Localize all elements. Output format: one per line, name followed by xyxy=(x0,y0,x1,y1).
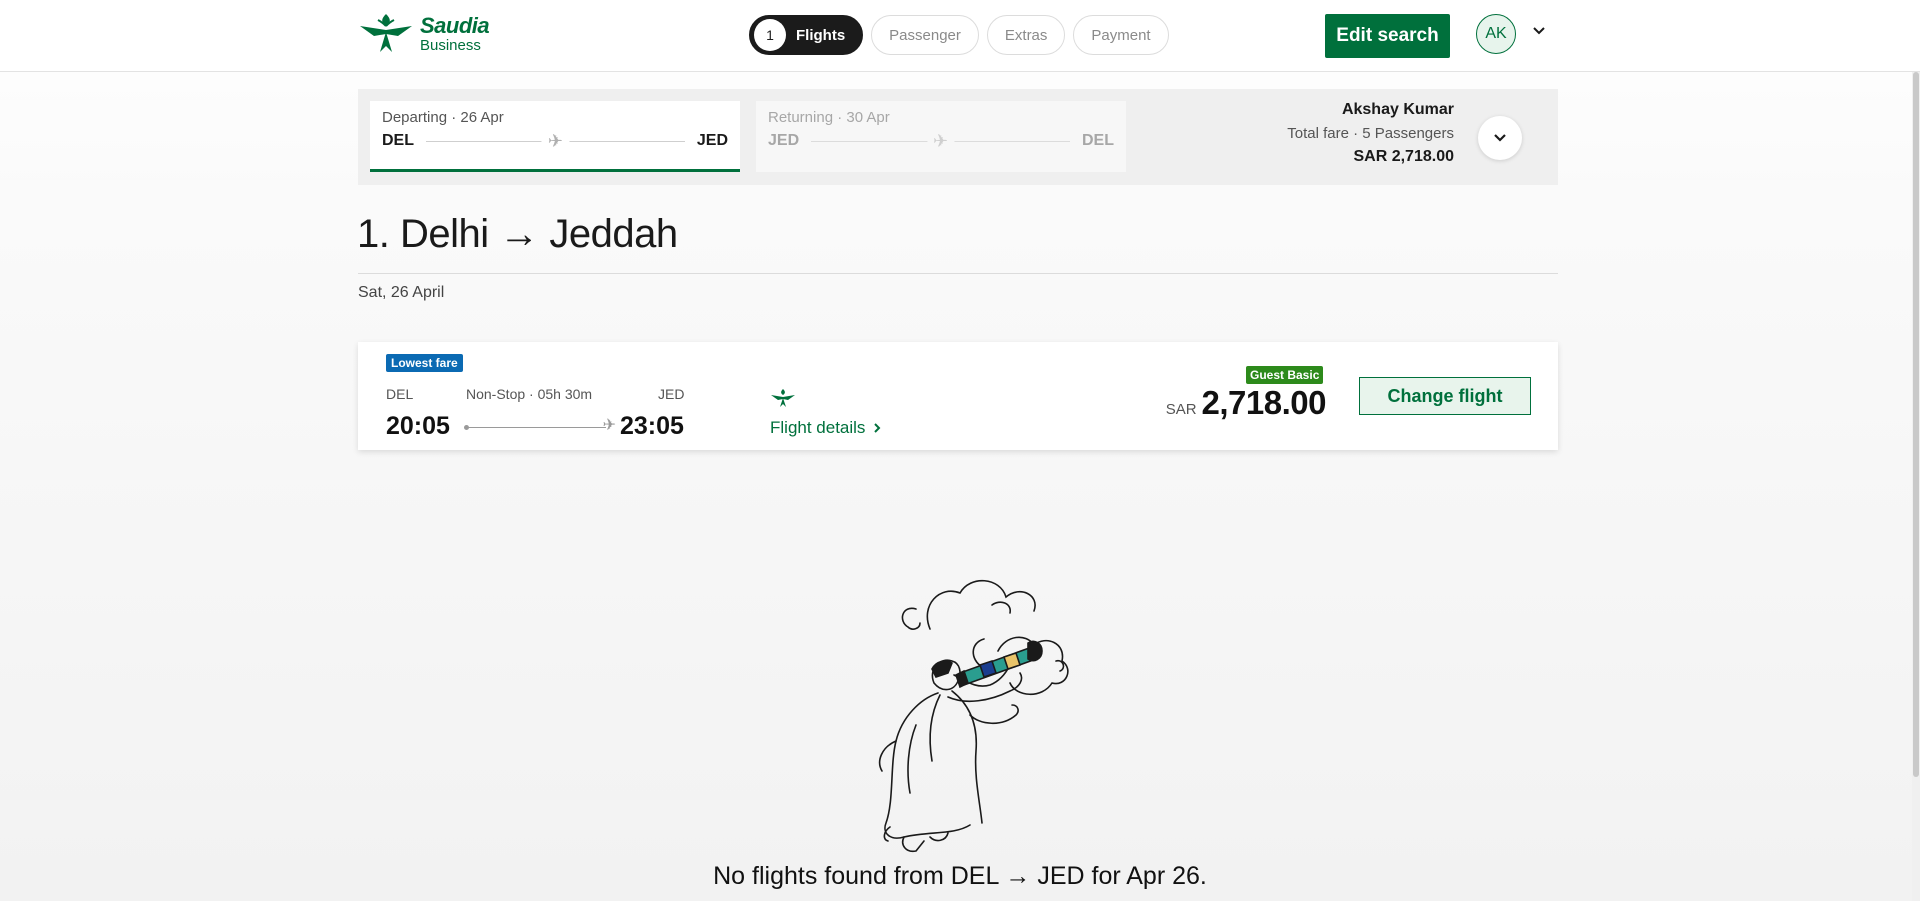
arrival-time: 23:05 xyxy=(620,412,684,440)
origin-code: DEL xyxy=(386,386,414,402)
palm-logo-icon xyxy=(360,14,412,52)
edit-search-button[interactable]: Edit search xyxy=(1325,14,1450,58)
step-passenger[interactable]: Passenger xyxy=(871,15,979,55)
departing-destination: JED xyxy=(696,132,728,149)
passenger-name: Akshay Kumar xyxy=(1341,101,1454,118)
route-line: ✈ xyxy=(426,131,685,150)
plane-icon: ✈ xyxy=(541,131,569,150)
step-label: Payment xyxy=(1091,26,1151,44)
step-flights[interactable]: 1 Flights xyxy=(749,15,864,55)
trip-summary-bar: Departing · 26 Apr DEL ✈ JED Returning ·… xyxy=(358,89,1558,185)
step-label: Flights xyxy=(796,26,846,44)
flight-details-label: Flight details xyxy=(770,418,866,437)
departing-leg-tab[interactable]: Departing · 26 Apr DEL ✈ JED xyxy=(370,101,740,172)
price-amount: 2,718.00 xyxy=(1201,384,1327,421)
change-flight-button[interactable]: Change flight xyxy=(1359,377,1531,415)
no-flights-message: No flights found from DEL → JED for Apr … xyxy=(713,862,1207,890)
returning-origin: JED xyxy=(768,132,800,149)
flight-route-line: ✈ xyxy=(464,418,616,434)
returning-label: Returning · 30 Apr xyxy=(768,109,890,126)
origin-dot xyxy=(464,425,469,430)
departure-time: 20:05 xyxy=(386,412,450,440)
fare-total: SAR 2,718.00 xyxy=(1353,148,1454,165)
stops-duration: Non-Stop · 05h 30m xyxy=(466,386,593,402)
top-header: Saudia Business 1 Flights Passenger Extr… xyxy=(0,0,1920,72)
flight-card: Lowest fare DEL Non-Stop · 05h 30m JED 2… xyxy=(358,342,1558,450)
chevron-down-icon xyxy=(1494,134,1506,142)
chevron-down-icon[interactable] xyxy=(1532,26,1546,36)
traveler-telescope-illustration xyxy=(878,579,1069,853)
expand-summary-button[interactable] xyxy=(1478,116,1522,160)
step-number: 1 xyxy=(754,19,786,51)
fare-class-badge: Guest Basic xyxy=(1246,366,1324,384)
route-line: ✈ xyxy=(811,131,1070,150)
chevron-right-icon xyxy=(874,423,881,433)
brand-name: Saudia xyxy=(420,13,490,38)
flight-date: Sat, 26 April xyxy=(358,284,445,301)
saudia-logo[interactable]: Saudia Business xyxy=(358,12,490,56)
booking-steps: 1 Flights Passenger Extras Payment xyxy=(749,15,1169,55)
divider xyxy=(358,273,1558,274)
departing-label: Departing · 26 Apr xyxy=(382,109,504,126)
departing-origin: DEL xyxy=(382,132,414,149)
step-extras[interactable]: Extras xyxy=(986,15,1066,55)
step-label: Extras xyxy=(1004,26,1048,44)
scrollbar-thumb[interactable] xyxy=(1913,72,1919,777)
page-title: 1. Delhi → Jeddah xyxy=(357,212,678,256)
fare-summary: Akshay Kumar Total fare · 5 Passengers S… xyxy=(1287,101,1454,166)
plane-icon: ✈ xyxy=(602,417,616,434)
plane-icon: ✈ xyxy=(927,131,955,150)
price-currency: SAR xyxy=(1165,401,1197,418)
user-avatar[interactable]: AK xyxy=(1476,14,1516,54)
step-payment[interactable]: Payment xyxy=(1073,15,1169,55)
returning-destination: DEL xyxy=(1082,132,1114,149)
brand-sub: Business xyxy=(420,37,481,54)
fare-label: Total fare · 5 Passengers xyxy=(1287,125,1454,142)
step-label: Passenger xyxy=(889,26,961,44)
flight-details-link[interactable]: Flight details xyxy=(770,418,881,438)
destination-code: JED xyxy=(658,386,685,402)
airline-logo-icon xyxy=(771,389,795,407)
returning-leg-tab[interactable]: Returning · 30 Apr JED ✈ DEL xyxy=(756,101,1126,172)
flight-price: SAR 2,718.00 xyxy=(1165,384,1327,422)
lowest-fare-badge: Lowest fare xyxy=(386,354,463,372)
